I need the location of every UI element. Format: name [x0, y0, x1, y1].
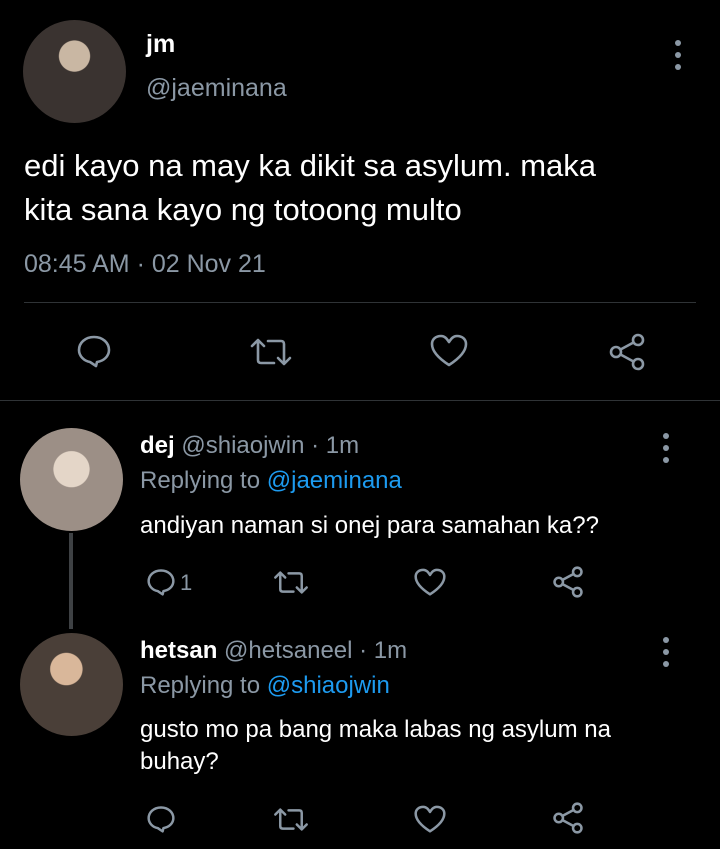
reply-display-name[interactable]: hetsan	[140, 637, 217, 664]
divider	[24, 302, 696, 303]
reply-handle-time[interactable]: @shiaojwin · 1m	[181, 432, 359, 459]
avatar[interactable]	[23, 20, 126, 123]
thread-line	[69, 533, 73, 629]
author-handle[interactable]: @jaeminana	[146, 74, 287, 103]
like-icon[interactable]	[414, 568, 446, 597]
replying-to-link[interactable]: @jaeminana	[267, 467, 402, 494]
reply-display-name[interactable]: dej	[140, 432, 175, 459]
reply-handle-time[interactable]: @hetsaneel · 1m	[224, 637, 407, 664]
replying-to-line: Replying to @jaeminana	[140, 467, 402, 495]
reply-text-line: buhay?	[140, 748, 219, 775]
replying-to-line: Replying to @shiaojwin	[140, 672, 390, 700]
reply-text: andiyan naman si onej para samahan ka??	[140, 512, 599, 539]
retweet-icon[interactable]	[272, 806, 310, 833]
retweet-icon[interactable]	[248, 336, 294, 368]
reply-text-line: gusto mo pa bang maka labas ng asylum na	[140, 716, 611, 743]
reply-icon[interactable]	[76, 334, 112, 368]
reply-header: dej @shiaojwin · 1m	[140, 432, 359, 460]
more-options-icon[interactable]	[656, 637, 676, 667]
tweet-text-line: edi kayo na may ka dikit sa asylum. maka	[24, 148, 597, 183]
avatar[interactable]	[20, 428, 123, 531]
replying-to-link[interactable]: @shiaojwin	[267, 672, 390, 699]
share-icon[interactable]	[552, 566, 584, 598]
reply-header: hetsan @hetsaneel · 1m	[140, 637, 407, 665]
like-icon[interactable]	[430, 334, 468, 368]
avatar[interactable]	[20, 633, 123, 736]
tweet-text-line: kita sana kayo ng totoong multo	[24, 192, 462, 227]
tweet-timestamp[interactable]: 08:45 AM · 02 Nov 21	[24, 250, 266, 279]
tweet-text: edi kayo na may ka dikit sa asylum. maka…	[24, 144, 596, 232]
replying-to-label: Replying to	[140, 672, 261, 699]
share-icon[interactable]	[608, 333, 646, 371]
reply-icon[interactable]	[146, 805, 176, 833]
like-icon[interactable]	[414, 805, 446, 834]
retweet-icon[interactable]	[272, 569, 310, 596]
replying-to-label: Replying to	[140, 467, 261, 494]
reply-text: gusto mo pa bang maka labas ng asylum na…	[140, 714, 611, 778]
reply-icon[interactable]	[146, 568, 176, 596]
reply-count: 1	[180, 570, 193, 595]
author-display-name[interactable]: jm	[146, 30, 175, 59]
more-options-icon[interactable]	[668, 40, 688, 70]
share-icon[interactable]	[552, 802, 584, 834]
more-options-icon[interactable]	[656, 433, 676, 463]
divider	[0, 400, 720, 401]
